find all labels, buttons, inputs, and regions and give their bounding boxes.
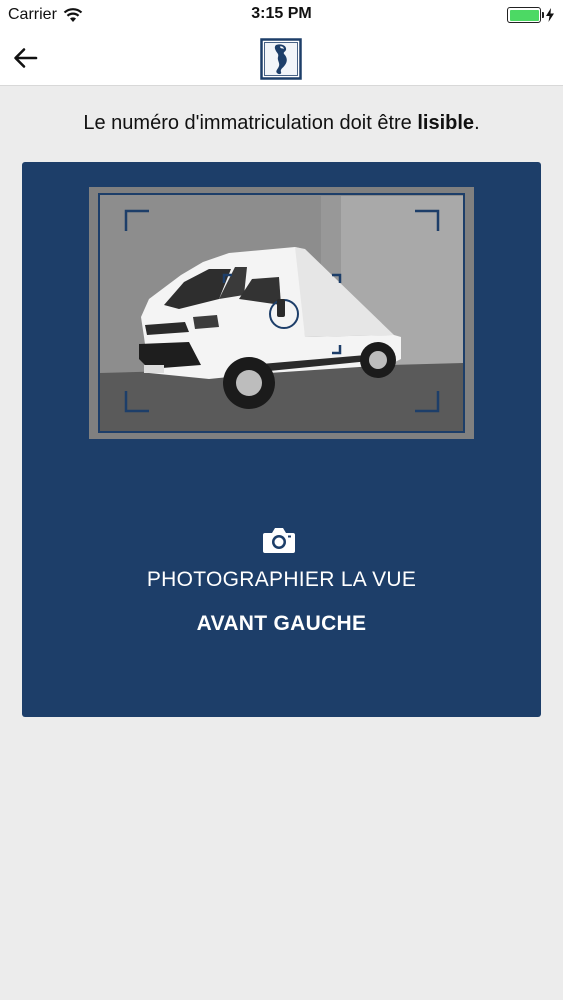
- capture-instruction-line1: PHOTOGRAPHIER LA VUE: [146, 568, 417, 591]
- instruction-text: Le numéro d'immatriculation doit être li…: [0, 112, 563, 135]
- capture-card[interactable]: PHOTOGRAPHIER LA VUE AVANT GAUCHE: [22, 162, 541, 717]
- seahorse-logo-icon: [260, 38, 302, 80]
- instruction-text-bold: lisible: [417, 112, 475, 134]
- status-time: 3:15 PM: [251, 5, 312, 22]
- vehicle-view-illustration: [89, 187, 474, 439]
- capture-view-name: AVANT GAUCHE: [196, 612, 367, 635]
- nav-bar: [0, 30, 563, 86]
- battery-indicator: [507, 7, 555, 23]
- camera-icon: [263, 528, 295, 553]
- instruction-text-end: .: [474, 112, 480, 134]
- back-button[interactable]: [12, 46, 40, 70]
- status-bar: Carrier 3:15 PM: [0, 0, 563, 30]
- battery-icon: [507, 7, 544, 23]
- charging-bolt-icon: [546, 8, 554, 22]
- instruction-text-start: Le numéro d'immatriculation doit être: [83, 112, 418, 134]
- van-left-front-image: [89, 187, 474, 439]
- arrow-left-icon: [14, 48, 38, 68]
